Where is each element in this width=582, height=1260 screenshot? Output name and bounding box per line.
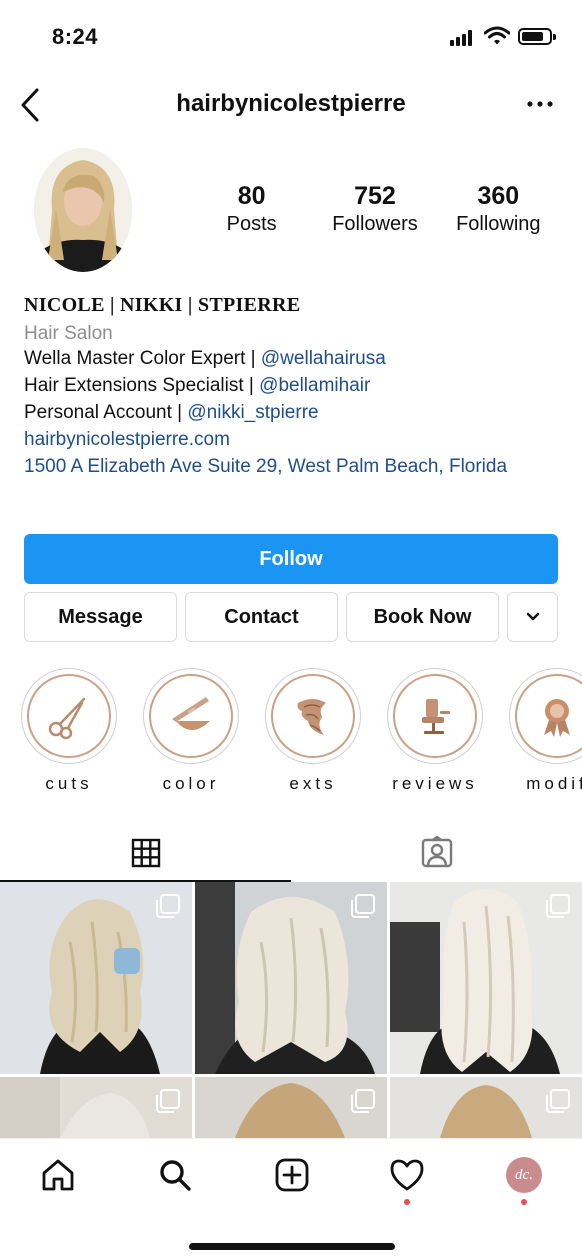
highlight-exts[interactable]: exts [264,668,362,794]
stat-posts[interactable]: 80 Posts [192,182,312,236]
profile-avatar[interactable] [34,148,132,272]
grid-icon [131,838,160,868]
highlight-reviews[interactable]: reviews [386,668,484,794]
nav-new-post[interactable] [272,1155,312,1195]
profile-category: Hair Salon [24,323,113,344]
salon-chair-icon [422,699,450,734]
post-thumbnail[interactable] [390,1077,582,1138]
highlight-modif[interactable]: modif [508,668,582,794]
book-now-button[interactable]: Book Now [346,592,499,642]
highlight-color[interactable]: color [142,668,240,794]
stat-following[interactable]: 360 Following [438,182,558,236]
bio-mention-link[interactable]: @nikki_stpierre [187,402,318,423]
scissors-icon [48,697,86,740]
posts-count: 80 [237,182,266,210]
highlight-label: color [162,774,220,793]
stat-followers[interactable]: 752 Followers [315,182,435,236]
chevron-down-icon [526,612,539,621]
nav-profile[interactable]: dc. [504,1155,544,1195]
bio-line: Wella Master Color Expert | @wellahairus… [24,345,560,372]
followers-label: Followers [332,213,418,235]
cellular-signal-icon [450,30,474,46]
post-thumbnail[interactable] [195,882,387,1074]
profile-notification-dot [521,1199,527,1205]
home-icon [42,1159,74,1191]
award-ribbon-icon [544,699,570,737]
profile-nav-bar: hairbynicolestpierre [0,78,582,130]
tagged-person-icon [421,836,452,868]
display-name: NICOLE | NIKKI | STPIERRE [24,294,301,316]
highlight-label: exts [289,774,337,793]
profile-avatar-small: dc. [506,1157,542,1193]
highlight-label: cuts [45,774,93,793]
nav-home[interactable] [38,1155,78,1195]
suggested-accounts-button[interactable] [507,592,558,642]
bio-text: Wella Master Color Expert | [24,348,261,369]
multi-photo-icon [351,1089,375,1113]
post-thumbnail[interactable] [0,882,192,1074]
home-indicator[interactable] [189,1243,395,1250]
multi-photo-icon [546,1089,570,1113]
profile-bio: NICOLE | NIKKI | STPIERRE Hair Salon Wel… [24,294,560,480]
profile-avatar-text: dc. [515,1166,533,1183]
following-label: Following [456,213,541,235]
hair-extensions-icon [297,699,326,735]
search-icon [160,1160,191,1191]
post-thumbnail[interactable] [195,1077,387,1138]
multi-photo-icon [351,894,375,918]
bio-line: Personal Account | @nikki_stpierre [24,399,560,426]
bio-mention-link[interactable]: @wellahairusa [261,348,386,369]
address-link[interactable]: 1500 A Elizabeth Ave Suite 29, West Palm… [24,453,560,480]
profile-action-buttons: Message Contact Book Now [24,592,558,642]
heart-icon [390,1159,424,1191]
story-highlights: cuts color exts reviews modif [0,668,582,798]
status-bar: 8:24 [0,0,582,72]
highlight-cuts[interactable]: cuts [20,668,118,794]
wifi-icon [484,26,510,45]
bottom-navigation: dc. [0,1138,582,1260]
contact-button[interactable]: Contact [185,592,338,642]
more-options-icon[interactable] [527,94,553,114]
color-bowl-icon [172,697,210,730]
bio-mention-link[interactable]: @bellamihair [259,375,370,396]
followers-count: 752 [354,182,396,210]
profile-username: hairbynicolestpierre [176,90,406,117]
profile-stats: 80 Posts 752 Followers 360 Following [190,182,560,236]
highlight-label: modif [526,774,582,793]
highlight-label: reviews [392,774,478,793]
post-thumbnail[interactable] [390,882,582,1074]
status-time: 8:24 [52,24,99,49]
bio-text: Hair Extensions Specialist | [24,375,260,396]
message-button[interactable]: Message [24,592,177,642]
following-count: 360 [477,182,520,210]
bio-text: Personal Account | [24,402,188,423]
follow-button[interactable]: Follow [24,534,558,584]
tab-tagged[interactable] [291,824,582,882]
multi-photo-icon [156,1089,180,1113]
nav-search[interactable] [155,1155,195,1195]
website-link[interactable]: hairbynicolestpierre.com [24,426,560,453]
tab-posts-grid[interactable] [0,824,291,882]
post-thumbnail[interactable] [0,1077,192,1138]
activity-notification-dot [404,1199,410,1205]
multi-photo-icon [546,894,570,918]
profile-tabs [0,824,582,882]
multi-photo-icon [156,894,180,918]
bio-line: Hair Extensions Specialist | @bellamihai… [24,372,560,399]
add-post-icon [275,1158,309,1192]
battery-icon [518,28,556,45]
nav-activity[interactable] [387,1155,427,1195]
posts-grid [0,882,582,1138]
posts-label: Posts [226,213,277,235]
